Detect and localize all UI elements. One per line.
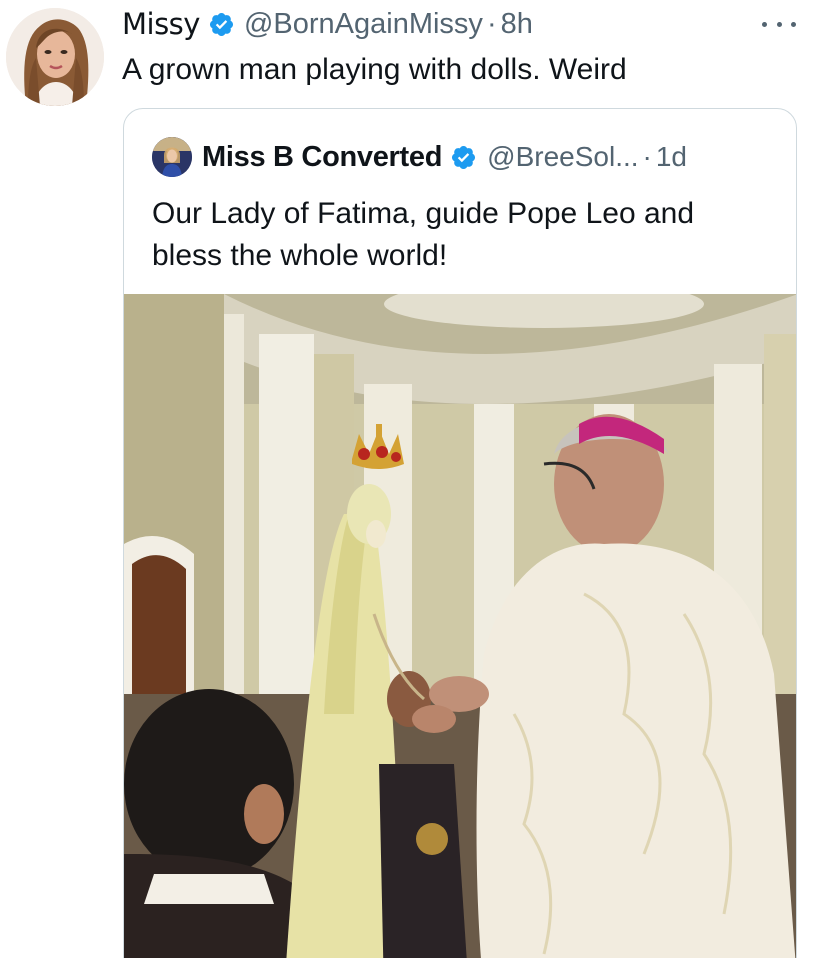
quoted-author-avatar[interactable] [152, 137, 192, 177]
author-handle[interactable]: @BornAgainMissy [244, 8, 483, 41]
tweet-header: Missy @BornAgainMissy · 8h [122, 4, 533, 44]
separator-dot: · [486, 7, 497, 40]
quoted-tweet-header: Miss B Converted @BreeSol... · 1d [152, 137, 687, 177]
quoted-tweet[interactable]: Miss B Converted @BreeSol... · 1d Our La… [123, 108, 797, 958]
quoted-tweet-photo[interactable] [124, 294, 796, 958]
tweet-time[interactable]: 8h [501, 8, 533, 41]
author-avatar[interactable] [6, 8, 104, 106]
verified-badge-icon [208, 11, 235, 38]
quoted-author-handle[interactable]: @BreeSol... [487, 141, 638, 173]
separator-dot: · [642, 141, 652, 172]
quoted-author-name[interactable]: Miss B Converted [202, 141, 442, 174]
quoted-tweet-text: Our Lady of Fatima, guide Pope Leo and b… [152, 197, 695, 272]
more-horizontal-icon[interactable] [762, 14, 796, 34]
tweet-text: A grown man playing with dolls. Weird [122, 53, 627, 86]
author-name[interactable]: Missy [122, 7, 200, 41]
quoted-tweet-time[interactable]: 1d [656, 141, 687, 173]
verified-badge-icon [450, 144, 477, 171]
